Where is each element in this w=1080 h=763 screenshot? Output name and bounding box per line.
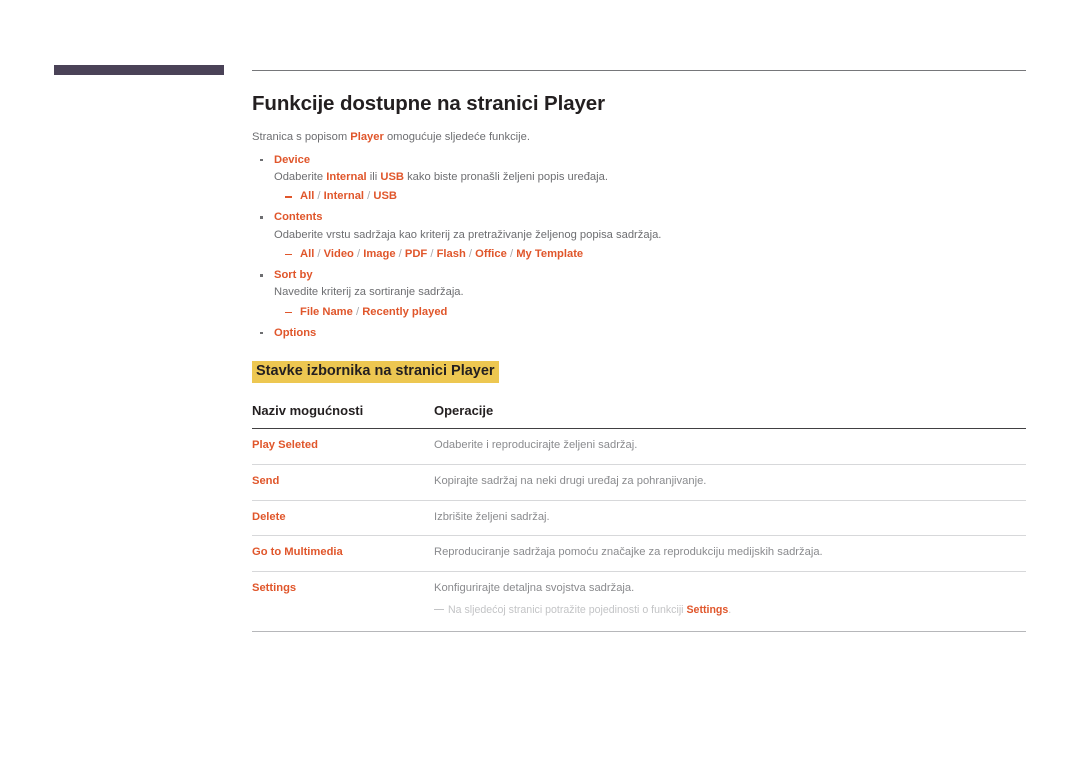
table-row: Delete Izbrišite željeni sadržaj. (252, 500, 1026, 537)
row-name-settings: Settings (252, 571, 434, 633)
intro-text-before: Stranica s popisom (252, 130, 351, 143)
bullet-label-text: Options (274, 326, 317, 339)
table-column-header-name: Naziv mogućnosti (252, 403, 434, 430)
row-desc-play-seleted: Odaberite i reproducirajte željeni sadrž… (434, 428, 1026, 465)
bullet-dot-icon (260, 331, 263, 335)
note-text-before: Na sljedećoj stranici potražite pojedino… (448, 603, 687, 616)
intro-keyword: Player (350, 130, 384, 143)
bullet-description-device: Odaberite Internal ili USB kako biste pr… (252, 169, 1026, 185)
option-0: All (300, 190, 315, 203)
chapter-marker-bar (54, 65, 224, 75)
bullet-label-text: Contents (274, 211, 323, 224)
subsection-heading: Stavke izbornika na stranici Player (252, 361, 499, 384)
dash-marker-icon (285, 311, 292, 313)
page-title: Funkcije dostupne na stranici Player (252, 92, 605, 115)
header-rule (252, 70, 1026, 71)
table-column-header-operation: Operacije (434, 403, 1026, 430)
note-dash-icon (434, 608, 444, 611)
note-text-after: . (728, 603, 732, 616)
list-item: Contents Odaberite vrstu sadržaja kao kr… (252, 209, 1026, 262)
bullet-options-sort-by: File Name / Recently played (252, 304, 1026, 320)
subsection-heading-wrapper: Stavke izbornika na stranici Player (252, 361, 1026, 384)
bullet-dot-icon (260, 274, 263, 277)
list-item: Options (252, 325, 1026, 341)
option-6: My Template (516, 247, 584, 260)
bullet-options-device: All / Internal / USB (252, 188, 1026, 204)
row-name-play-seleted: Play Seleted (252, 428, 434, 465)
row-desc-settings-cell: Konfigurirajte detaljna svojstva sadržaj… (434, 571, 1026, 633)
table-row: Send Kopirajte sadržaj na neki drugi ure… (252, 464, 1026, 501)
option-2: Image (363, 247, 396, 260)
row-name-delete: Delete (252, 500, 434, 537)
desc-keyword-usb: USB (380, 170, 404, 183)
table-row: Play Seleted Odaberite i reproducirajte … (252, 428, 1026, 465)
table-header-row: Naziv mogućnosti Operacije (252, 403, 1026, 430)
bullet-dot-icon (260, 158, 263, 162)
dash-marker-icon (285, 253, 292, 256)
bullet-dot-icon (260, 216, 263, 219)
row-desc-settings: Konfigurirajte detaljna svojstva sadržaj… (434, 581, 635, 594)
desc-before: Odaberite (274, 170, 327, 183)
bullet-label-text: Device (274, 153, 311, 166)
bullet-label-options: Options (252, 325, 1026, 341)
menu-items-table: Naziv mogućnosti Operacije Play Seleted … (252, 403, 1026, 633)
bullet-label-sort-by: Sort by (252, 267, 1026, 283)
bullet-description-contents: Odaberite vrstu sadržaja kao kriterij za… (274, 228, 662, 241)
option-3: PDF (404, 247, 428, 260)
row-note-settings: Na sljedećoj stranici potražite pojedino… (434, 603, 1026, 618)
page-content: Funkcije dostupne na stranici Player Str… (252, 92, 1026, 633)
intro-paragraph: Stranica s popisom Player omogućuje slje… (252, 130, 1026, 145)
table-row: Go to Multimedia Reproduciranje sadržaja… (252, 535, 1026, 572)
dash-marker-icon (285, 196, 292, 198)
note-keyword: Settings (686, 603, 729, 616)
bullet-label-contents: Contents (252, 209, 1026, 225)
desc-after: kako biste pronašli željeni popis uređaj… (403, 170, 608, 183)
desc-keyword-internal: Internal (326, 170, 367, 183)
bullet-label-device: Device (252, 152, 1026, 168)
bullet-description-sort-by: Navedite kriterij za sortiranje sadržaja… (274, 286, 464, 299)
table-row: Settings Konfigurirajte detaljna svojstv… (252, 571, 1026, 633)
intro-text-after: omogućuje sljedeće funkcije. (383, 130, 530, 143)
option-1: Recently played (362, 305, 448, 318)
row-desc-go-to-multimedia: Reproduciranje sadržaja pomoću značajke … (434, 535, 1026, 572)
bullet-options-contents: All / Video / Image / PDF / Flash / Offi… (252, 246, 1026, 262)
row-desc-delete: Izbrišite željeni sadržaj. (434, 500, 1026, 537)
row-name-go-to-multimedia: Go to Multimedia (252, 535, 434, 572)
option-1: Internal (323, 190, 365, 203)
option-1: Video (323, 247, 354, 260)
row-name-send: Send (252, 464, 434, 501)
feature-bullet-list: Device Odaberite Internal ili USB kako b… (252, 152, 1026, 341)
option-0: File Name (300, 305, 353, 318)
list-item: Device Odaberite Internal ili USB kako b… (252, 152, 1026, 205)
desc-mid: ili (366, 170, 381, 183)
bullet-label-text: Sort by (274, 269, 313, 282)
option-2: USB (373, 190, 397, 203)
option-0: All (300, 247, 315, 260)
option-4: Flash (436, 247, 466, 260)
list-item: Sort by Navedite kriterij za sortiranje … (252, 267, 1026, 320)
row-desc-send: Kopirajte sadržaj na neki drugi uređaj z… (434, 464, 1026, 501)
document-page: Funkcije dostupne na stranici Player Str… (0, 0, 1080, 763)
option-5: Office (475, 247, 507, 260)
